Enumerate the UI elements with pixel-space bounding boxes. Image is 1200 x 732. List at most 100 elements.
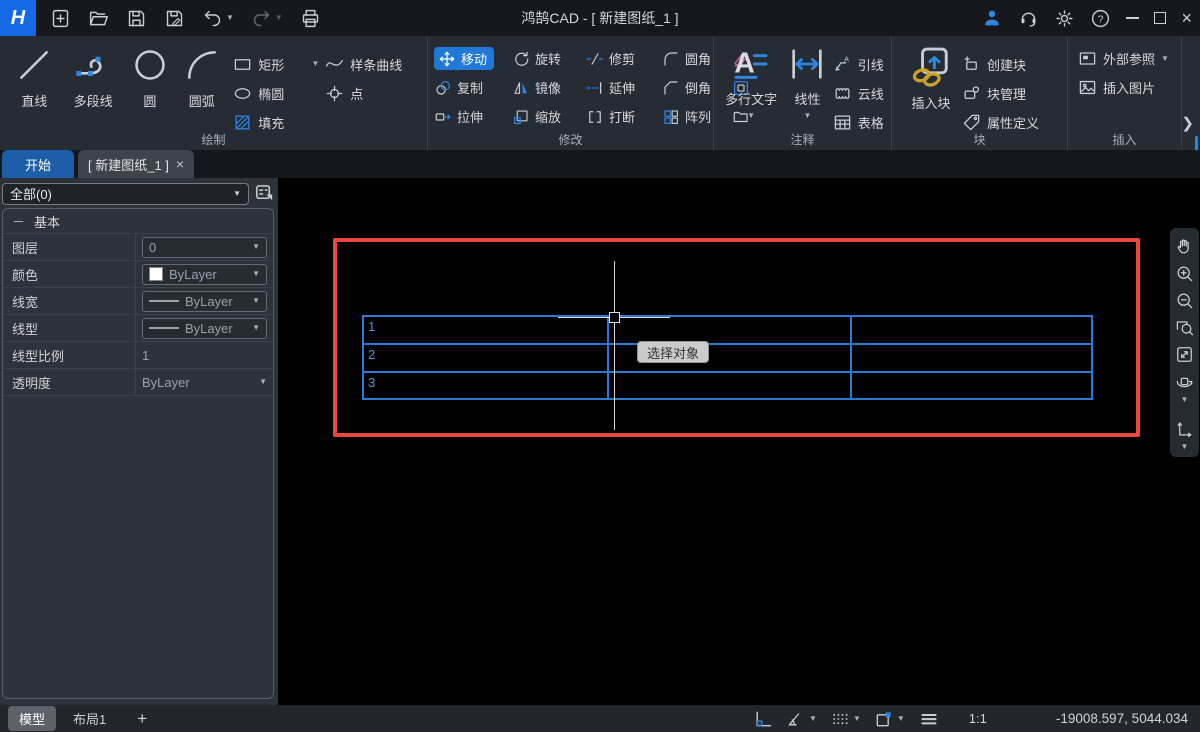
zoom-extents-button[interactable] <box>1175 341 1194 368</box>
polar-tracking-button[interactable]: ▼ <box>786 709 817 729</box>
chevron-down-icon[interactable]: ▼ <box>226 14 234 22</box>
mirror-button[interactable]: 镜像 <box>512 78 586 97</box>
ribbon-section-insert: 外部参照 ▼ 插入图片 插入 <box>1068 36 1182 150</box>
zoom-out-button[interactable] <box>1175 287 1194 314</box>
prop-row-layer: 图层 0 ▼ <box>3 234 273 261</box>
scale-button[interactable]: 缩放 <box>512 107 586 126</box>
insert-image-button[interactable]: 插入图片 <box>1078 73 1181 102</box>
chevron-down-icon[interactable]: ▼ <box>853 715 861 723</box>
chevron-down-icon[interactable]: ▼ <box>809 715 817 723</box>
user-account-icon[interactable] <box>981 7 1003 29</box>
chevron-down-icon[interactable]: ▼ <box>275 14 283 22</box>
redo-button[interactable]: ▼ <box>251 8 283 29</box>
minimize-button[interactable] <box>1126 17 1139 19</box>
new-file-button[interactable] <box>50 8 71 29</box>
support-headset-icon[interactable] <box>1018 8 1039 29</box>
arc-button[interactable]: 圆弧 <box>174 42 229 110</box>
linetype-dropdown[interactable]: ByLayer ▼ <box>142 318 267 339</box>
layer-dropdown[interactable]: 0 ▼ <box>142 237 267 258</box>
object-snap-button[interactable]: ▼ <box>874 709 905 729</box>
pan-button[interactable] <box>1175 233 1194 260</box>
zoom-out-icon <box>1175 291 1194 310</box>
close-tab-icon[interactable]: × <box>176 156 184 172</box>
status-menu-button[interactable] <box>918 709 940 729</box>
tab-start[interactable]: 开始 <box>2 150 74 178</box>
line-button[interactable]: 直线 <box>8 42 61 110</box>
drawing-canvas[interactable]: 1 2 3 选择对象 <box>278 178 1200 705</box>
chevron-down-icon[interactable]: ▼ <box>747 112 755 120</box>
add-layout-button[interactable]: + <box>123 709 161 729</box>
color-dropdown[interactable]: ByLayer ▼ <box>142 264 267 285</box>
xref-button[interactable]: 外部参照 ▼ <box>1078 44 1181 73</box>
extend-button[interactable]: 延伸 <box>586 78 662 97</box>
dim-linear-button[interactable]: 线性 ▼ <box>782 42 833 120</box>
settings-gear-icon[interactable] <box>1054 8 1075 29</box>
create-block-button[interactable]: 创建块 <box>962 50 1062 79</box>
move-button[interactable]: 移动 <box>434 47 494 70</box>
ribbon-expand-chevron[interactable]: ❯ <box>1181 114 1194 132</box>
chevron-down-icon: ▼ <box>252 297 260 305</box>
quick-properties-button[interactable] <box>253 182 276 205</box>
cursor-coordinates: -19008.597, 5044.034 <box>1056 711 1188 726</box>
polyline-button[interactable]: 多段线 <box>61 42 126 110</box>
print-button[interactable] <box>300 8 321 29</box>
linetype-scale-value[interactable]: 1 <box>142 348 149 363</box>
point-icon <box>325 84 344 103</box>
lineweight-dropdown[interactable]: ByLayer ▼ <box>142 291 267 312</box>
layout1-tab[interactable]: 布局1 <box>62 706 117 731</box>
grid-snap-button[interactable]: ▼ <box>830 709 861 729</box>
leader-button[interactable]: A 引线 <box>833 50 891 79</box>
image-icon <box>1078 78 1097 97</box>
rectangle-button[interactable]: 矩形 <box>233 50 305 79</box>
chevron-down-icon[interactable]: ▼ <box>803 112 811 120</box>
maximize-button[interactable] <box>1154 12 1166 24</box>
chevron-down-icon[interactable]: ▼ <box>1161 55 1169 63</box>
spline-button[interactable]: 样条曲线 <box>325 50 427 79</box>
zoom-window-button[interactable] <box>1175 314 1194 341</box>
chevron-down-icon[interactable]: ▼ <box>259 378 267 386</box>
rotate-button[interactable]: 旋转 <box>512 49 586 68</box>
undo-button[interactable]: ▼ <box>202 8 234 29</box>
break-button[interactable]: 打断 <box>586 107 662 126</box>
table-row-line <box>364 343 1091 345</box>
ellipse-icon <box>233 84 252 103</box>
app-logo[interactable]: H <box>0 0 36 36</box>
circle-button[interactable]: 圆 <box>125 42 174 110</box>
ucs-axes-button[interactable] <box>1175 415 1194 442</box>
chevron-down-icon[interactable]: ▼ <box>311 59 319 68</box>
help-icon[interactable]: ? <box>1090 8 1111 29</box>
properties-section-basic[interactable]: 基本 <box>3 209 273 234</box>
create-block-icon <box>962 55 981 74</box>
stretch-button[interactable]: 拉伸 <box>434 107 512 126</box>
trim-button[interactable]: 修剪 <box>586 49 662 68</box>
crosshair-vertical <box>614 261 615 430</box>
revision-cloud-button[interactable]: 云线 <box>833 79 891 108</box>
transparency-value[interactable]: ByLayer <box>142 375 190 390</box>
model-tab[interactable]: 模型 <box>8 706 56 731</box>
point-button[interactable]: 点 <box>325 79 427 108</box>
orbit-button[interactable] <box>1175 368 1194 395</box>
open-file-button[interactable] <box>88 8 109 29</box>
fillet-icon <box>662 50 680 68</box>
hatch-icon <box>233 113 252 132</box>
save-as-button[interactable] <box>164 8 185 29</box>
insert-block-button[interactable]: 插入块 <box>900 42 962 112</box>
block-manager-button[interactable]: 块管理 <box>962 79 1062 108</box>
close-button[interactable]: × <box>1181 9 1192 27</box>
annotation-scale[interactable]: 1:1 <box>969 711 987 726</box>
mtext-button[interactable]: A 多行文字 ▼ <box>720 42 782 120</box>
copy-button[interactable]: 复制 <box>434 78 512 97</box>
leader-icon: A <box>833 55 852 74</box>
chevron-down-icon[interactable]: ▼ <box>1181 396 1189 404</box>
ellipse-button[interactable]: 椭圆 <box>233 79 305 108</box>
tab-drawing1[interactable]: [ 新建图纸_1 ] × <box>78 150 194 178</box>
cad-table-entity[interactable]: 1 2 3 <box>362 315 1093 400</box>
chevron-down-icon[interactable]: ▼ <box>897 715 905 723</box>
ortho-mode-button[interactable] <box>753 709 773 729</box>
selection-filter-dropdown[interactable]: 全部(0) ▼ <box>2 183 249 205</box>
orbit-icon <box>1175 372 1194 391</box>
zoom-in-button[interactable] <box>1175 260 1194 287</box>
dimension-linear-icon <box>787 44 827 84</box>
save-button[interactable] <box>126 8 147 29</box>
chevron-down-icon[interactable]: ▼ <box>1181 443 1189 451</box>
